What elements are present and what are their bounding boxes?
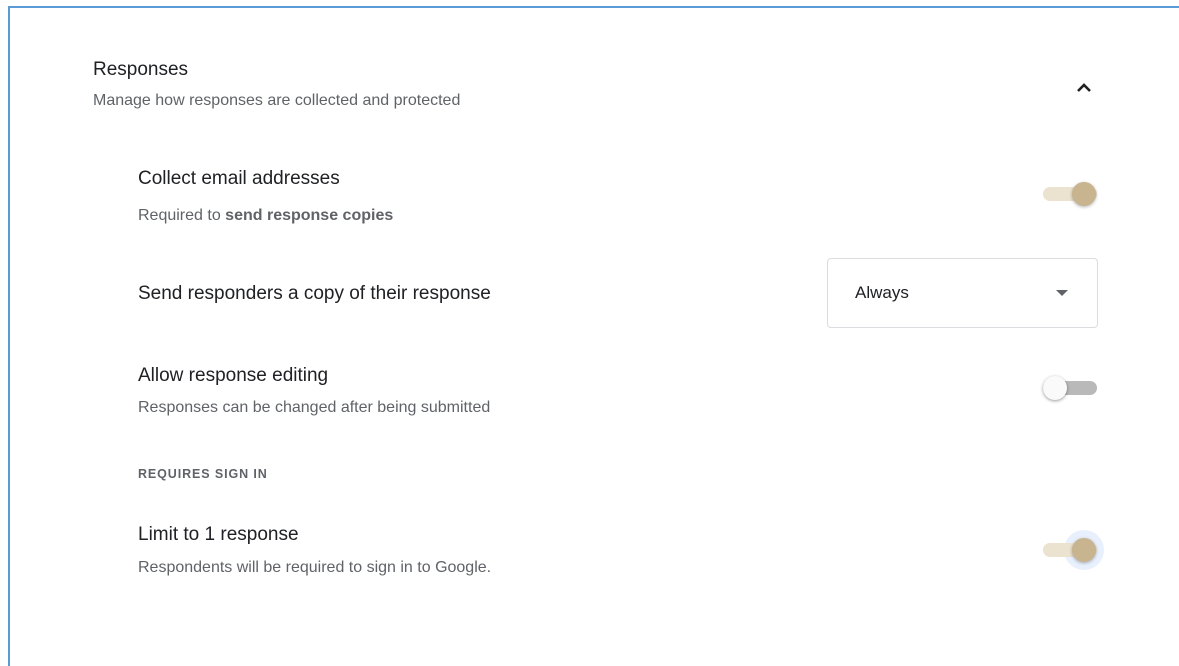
- chevron-up-icon: [1077, 83, 1091, 92]
- limit-response-subtitle: Respondents will be required to sign in …: [138, 559, 492, 576]
- collect-email-toggle[interactable]: [1043, 174, 1099, 214]
- toggle-thumb: [1072, 182, 1096, 206]
- collapse-section-button[interactable]: [1066, 70, 1102, 106]
- section-subtitle: Manage how responses are collected and p…: [93, 92, 461, 109]
- collect-email-subtitle: Required to send response copies: [138, 205, 393, 227]
- allow-editing-title: Allow response editing: [138, 365, 329, 386]
- toggle-thumb: [1043, 376, 1067, 400]
- dropdown-arrow-icon: [1056, 290, 1068, 296]
- collect-email-subtitle-bold: send response copies: [225, 207, 394, 224]
- section-title: Responses: [93, 59, 189, 80]
- allow-editing-toggle[interactable]: [1043, 368, 1099, 408]
- collect-email-title: Collect email addresses: [138, 168, 340, 189]
- requires-sign-in-heading: REQUIRES SIGN IN: [138, 467, 268, 481]
- send-copy-dropdown[interactable]: Always: [827, 258, 1098, 328]
- limit-response-toggle[interactable]: [1043, 530, 1104, 570]
- send-copy-selected-value: Always: [855, 283, 909, 302]
- limit-response-title: Limit to 1 response: [138, 524, 299, 545]
- collect-email-subtitle-prefix: Required to: [138, 207, 226, 224]
- allow-editing-subtitle: Responses can be changed after being sub…: [138, 399, 491, 416]
- toggle-thumb: [1072, 538, 1096, 562]
- send-copy-title: Send responders a copy of their response: [138, 283, 491, 304]
